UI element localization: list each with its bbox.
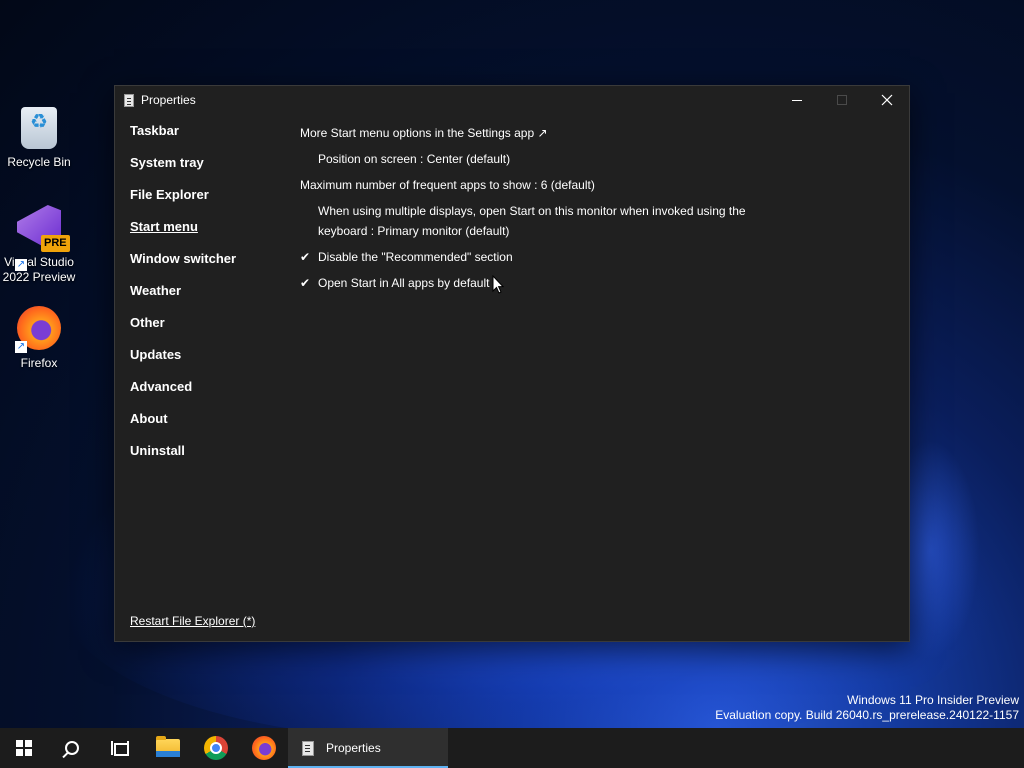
desktop-icon-recycle-bin[interactable]: Recycle Bin (0, 107, 79, 170)
option-label: Open Start in All apps by default (318, 276, 490, 290)
watermark-line-2: Evaluation copy. Build 26040.rs_prerelea… (715, 708, 1019, 722)
desktop-icon-visual-studio[interactable]: PRE ↗ Visual Studio 2022 Preview (0, 205, 79, 285)
folder-icon (156, 736, 180, 757)
chrome-icon (204, 736, 228, 760)
desktop-icon-label: Recycle Bin (7, 155, 71, 169)
desktop-icon-firefox[interactable]: ↗ Firefox (0, 306, 79, 371)
sidebar-item-system-tray[interactable]: System tray (130, 154, 236, 186)
search-icon (65, 741, 79, 755)
option-label: Position on screen : Center (default) (318, 152, 511, 166)
maximize-icon (836, 95, 847, 105)
restart-file-explorer-link[interactable]: Restart File Explorer (*) (130, 614, 255, 628)
firefox-icon (252, 736, 276, 760)
close-icon (881, 94, 892, 106)
sidebar-nav: Taskbar System tray File Explorer Start … (130, 122, 236, 474)
multi-display-option[interactable]: When using multiple displays, open Start… (300, 198, 750, 244)
firefox-button[interactable] (240, 728, 288, 768)
minimize-icon (791, 99, 802, 101)
sidebar-item-file-explorer[interactable]: File Explorer (130, 186, 236, 218)
preview-badge: PRE (41, 235, 70, 252)
option-label: Maximum number of frequent apps to show … (300, 178, 595, 192)
taskbar-app-label: Properties (326, 741, 381, 755)
task-view-icon (111, 741, 129, 756)
start-button[interactable] (0, 728, 48, 768)
maximize-button (819, 86, 864, 114)
recycle-bin-icon (21, 107, 57, 149)
sidebar-item-advanced[interactable]: Advanced (130, 378, 236, 410)
properties-window: Properties Taskbar System tray File Expl… (114, 85, 910, 642)
sidebar-item-other[interactable]: Other (130, 314, 236, 346)
open-all-apps-option[interactable]: ✔ Open Start in All apps by default (300, 270, 900, 296)
windows-logo-icon (16, 740, 32, 756)
taskbar-properties-app[interactable]: Properties (288, 728, 448, 768)
checkmark-icon: ✔ (300, 250, 311, 264)
position-on-screen-option[interactable]: Position on screen : Center (default) (300, 146, 900, 172)
option-label: More Start menu options in the Settings … (300, 126, 548, 140)
settings-app-link[interactable]: More Start menu options in the Settings … (300, 120, 900, 146)
properties-icon (302, 740, 314, 756)
frequent-apps-option[interactable]: Maximum number of frequent apps to show … (300, 172, 900, 198)
desktop-icon-label: Firefox (20, 356, 58, 370)
minimize-button[interactable] (774, 86, 819, 114)
caption-buttons (774, 86, 909, 114)
sidebar-item-taskbar[interactable]: Taskbar (130, 122, 236, 154)
shortcut-arrow-icon: ↗ (15, 259, 27, 271)
option-label: Disable the "Recommended" section (318, 250, 513, 264)
task-view-button[interactable] (96, 728, 144, 768)
desktop-icon-label: Visual Studio 2022 Preview (2, 255, 76, 284)
properties-icon (124, 93, 134, 107)
checkmark-icon: ✔ (300, 276, 311, 290)
windows-watermark: Windows 11 Pro Insider Preview Evaluatio… (715, 693, 1019, 723)
sidebar-item-start-menu[interactable]: Start menu (130, 218, 236, 250)
search-button[interactable] (48, 728, 96, 768)
close-button[interactable] (864, 86, 909, 114)
shortcut-arrow-icon: ↗ (15, 341, 27, 353)
sidebar-item-weather[interactable]: Weather (130, 282, 236, 314)
sidebar-item-window-switcher[interactable]: Window switcher (130, 250, 236, 282)
file-explorer-button[interactable] (144, 728, 192, 768)
sidebar-item-about[interactable]: About (130, 410, 236, 442)
title-bar[interactable]: Properties (115, 86, 909, 114)
window-title: Properties (141, 93, 196, 107)
taskbar: Properties (0, 728, 1024, 768)
start-menu-options: More Start menu options in the Settings … (300, 120, 900, 296)
chrome-button[interactable] (192, 728, 240, 768)
sidebar-item-updates[interactable]: Updates (130, 346, 236, 378)
sidebar-item-uninstall[interactable]: Uninstall (130, 442, 236, 474)
disable-recommended-option[interactable]: ✔ Disable the "Recommended" section (300, 244, 900, 270)
watermark-line-1: Windows 11 Pro Insider Preview (847, 693, 1019, 707)
option-label: When using multiple displays, open Start… (318, 204, 746, 238)
